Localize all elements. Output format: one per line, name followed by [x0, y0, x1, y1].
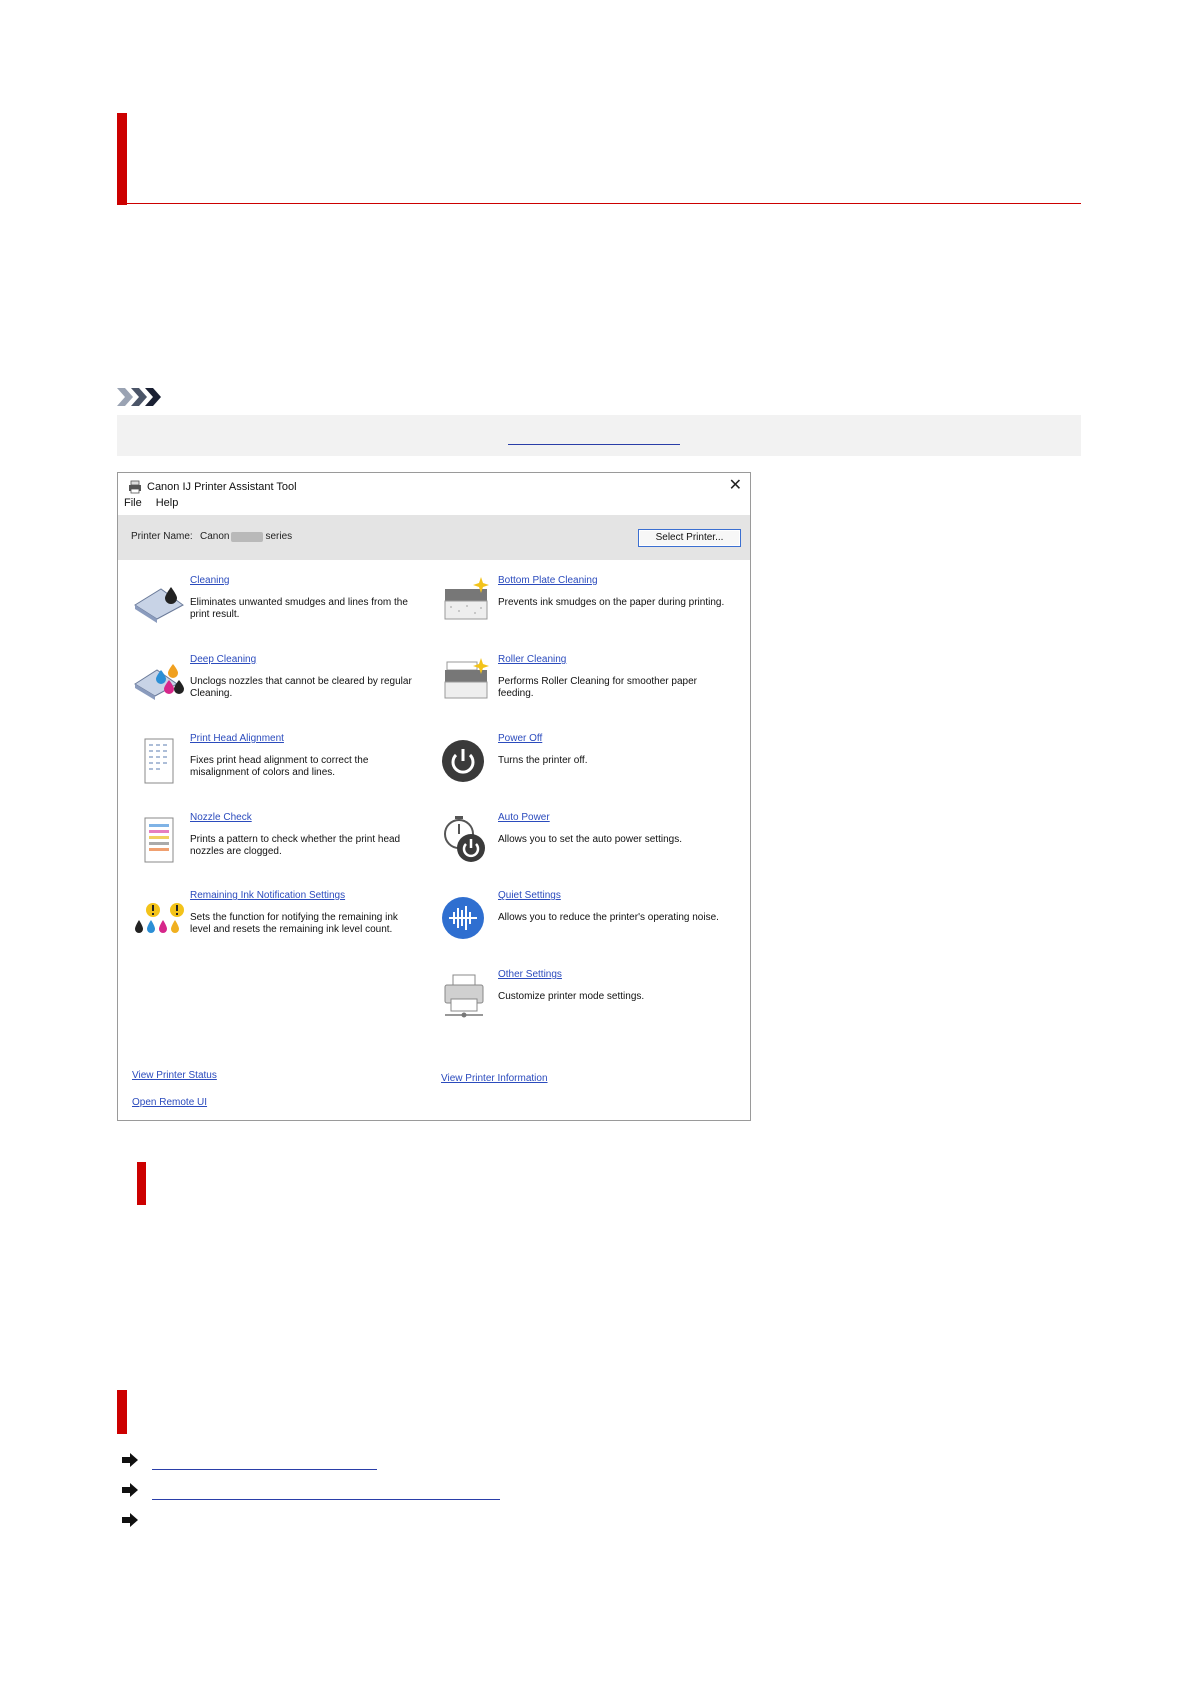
printer-app-icon [129, 480, 141, 494]
arrow-right-icon [122, 1483, 138, 1497]
item-power-off: Power Off Turns the printer off. [439, 733, 719, 789]
window-title-bar: Canon IJ Printer Assistant Tool [128, 479, 297, 495]
item-quiet-settings: Quiet Settings Allows you to reduce the … [439, 890, 719, 946]
item-auto-power: Auto Power Allows you to set the auto po… [439, 812, 719, 868]
nozzle-check-icon [144, 817, 174, 863]
print-head-alignment-icon [144, 738, 174, 784]
print-head-alignment-link[interactable]: Print Head Alignment [190, 733, 284, 744]
arrow-right-icon [122, 1513, 138, 1527]
page-title-bar [117, 113, 127, 205]
item-nozzle-check: Nozzle Check Prints a pattern to check w… [131, 812, 411, 868]
item-cleaning: Cleaning Eliminates unwanted smudges and… [131, 575, 411, 631]
printer-name-value: Canon series [200, 531, 292, 542]
nozzle-check-link[interactable]: Nozzle Check [190, 812, 252, 823]
related-link-2[interactable] [152, 1499, 500, 1500]
item-other-settings: Other Settings Customize printer mode se… [439, 969, 719, 1025]
other-settings-link[interactable]: Other Settings [498, 969, 562, 980]
deep-cleaning-desc: Unclogs nozzles that cannot be cleared b… [190, 676, 412, 699]
note-link[interactable] [508, 444, 680, 445]
note-chevrons-icon [117, 388, 161, 406]
cleaning-link[interactable]: Cleaning [190, 575, 229, 586]
auto-power-icon [444, 816, 485, 862]
other-settings-icon [444, 974, 484, 1018]
section-marker [117, 1390, 127, 1434]
remaining-ink-notification-link[interactable]: Remaining Ink Notification Settings [190, 890, 345, 901]
printer-model-redacted [231, 531, 264, 542]
select-printer-button[interactable]: Select Printer... [638, 529, 741, 547]
quiet-settings-link[interactable]: Quiet Settings [498, 890, 561, 901]
print-head-alignment-desc: Fixes print head alignment to correct th… [190, 755, 369, 778]
bottom-plate-cleaning-desc: Prevents ink smudges on the paper during… [498, 597, 725, 608]
roller-cleaning-link[interactable]: Roller Cleaning [498, 654, 566, 665]
ink-notification-icon [135, 903, 184, 933]
bottom-plate-cleaning-icon [444, 577, 489, 620]
power-off-icon [442, 740, 484, 782]
item-roller-cleaning: Roller Cleaning Performs Roller Cleaning… [439, 654, 719, 710]
quiet-settings-desc: Allows you to reduce the printer's opera… [498, 912, 719, 923]
item-bottom-plate-cleaning: Bottom Plate Cleaning Prevents ink smudg… [439, 575, 724, 631]
item-print-head-alignment: Print Head Alignment Fixes print head al… [131, 733, 411, 789]
view-printer-status-link[interactable]: View Printer Status [132, 1070, 217, 1081]
open-remote-ui-link[interactable]: Open Remote UI [132, 1097, 207, 1108]
window-title: Canon IJ Printer Assistant Tool [147, 481, 297, 493]
roller-cleaning-desc: Performs Roller Cleaning for smoother pa… [498, 676, 697, 699]
item-deep-cleaning: Deep Cleaning Unclogs nozzles that canno… [131, 654, 412, 710]
page-title-rule [117, 203, 1081, 204]
cleaning-desc: Eliminates unwanted smudges and lines fr… [190, 597, 408, 620]
subsection-marker [137, 1162, 146, 1205]
deep-cleaning-icon [134, 664, 184, 700]
roller-cleaning-icon [444, 658, 489, 699]
printer-assistant-window: Canon IJ Printer Assistant Tool ✕ File H… [117, 472, 751, 1121]
close-icon[interactable]: ✕ [729, 475, 742, 495]
auto-power-desc: Allows you to set the auto power setting… [498, 834, 682, 845]
note-box [117, 415, 1081, 456]
cleaning-icon [134, 587, 184, 623]
related-link-1[interactable] [152, 1469, 377, 1470]
arrow-right-icon [122, 1453, 138, 1467]
printer-name-suffix: series [265, 531, 293, 542]
menu-file[interactable]: File [124, 497, 142, 513]
bottom-plate-cleaning-link[interactable]: Bottom Plate Cleaning [498, 575, 598, 586]
printer-name-band: Printer Name: Canon series Select Printe… [118, 515, 750, 560]
menu-bar: File Help [124, 497, 178, 513]
auto-power-link[interactable]: Auto Power [498, 812, 550, 823]
deep-cleaning-link[interactable]: Deep Cleaning [190, 654, 256, 665]
power-off-link[interactable]: Power Off [498, 733, 542, 744]
quiet-settings-icon [442, 897, 484, 939]
power-off-desc: Turns the printer off. [498, 755, 588, 766]
printer-name-prefix: Canon [200, 531, 230, 542]
item-remaining-ink-notification: Remaining Ink Notification Settings Sets… [131, 890, 411, 946]
nozzle-check-desc: Prints a pattern to check whether the pr… [190, 834, 401, 857]
remaining-ink-notification-desc: Sets the function for notifying the rema… [190, 912, 398, 935]
other-settings-desc: Customize printer mode settings. [498, 991, 645, 1002]
menu-help[interactable]: Help [156, 497, 179, 513]
printer-name-label: Printer Name: [131, 531, 193, 542]
view-printer-information-link[interactable]: View Printer Information [441, 1073, 548, 1084]
